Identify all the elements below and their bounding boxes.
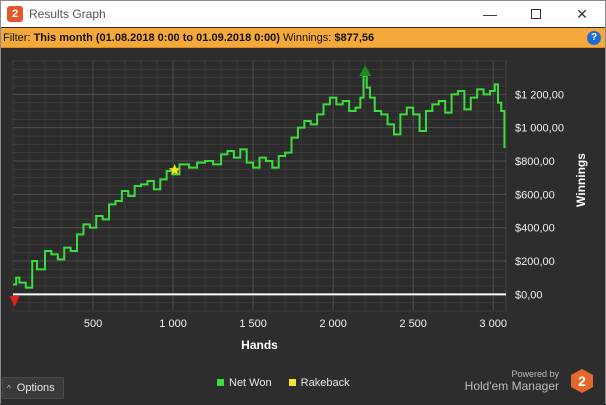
y-tick-label: $1 200,00 (515, 89, 564, 101)
window-title: Results Graph (29, 7, 106, 21)
y-tick-label: $400,00 (515, 223, 555, 235)
legend-item-rakeback: Rakeback (288, 377, 350, 389)
winnings-label: Winnings: (283, 32, 332, 44)
x-tick-label: 1 000 (159, 318, 187, 330)
minimize-button[interactable]: — (467, 1, 513, 27)
chevron-up-icon: ^ (7, 384, 11, 393)
holdem-manager-logo-icon: 2 (571, 369, 593, 393)
legend-label-net-won: Net Won (229, 377, 272, 389)
maximize-button[interactable] (513, 1, 559, 27)
results-chart: $0,00 $200,00 $400,00 $600,00 $800,00 $1 000,… (9, 60, 588, 352)
app-logo-icon: 2 (7, 6, 23, 22)
results-graph-window: 2 Results Graph — ✕ Filter: This month (… (0, 0, 606, 405)
close-button[interactable]: ✕ (559, 1, 605, 27)
x-tick-label: 1 500 (239, 318, 267, 330)
x-tick-label: 500 (84, 318, 102, 330)
y-tick-label: $1 000,00 (515, 123, 564, 135)
y-tick-label: $200,00 (515, 256, 555, 268)
status-bar: ^ Options Net Won Rakeback Powered by Hol… (1, 369, 605, 405)
x-tick-label: 2 000 (319, 318, 347, 330)
x-axis-title: Hands (241, 338, 278, 352)
help-icon[interactable]: ? (587, 31, 601, 45)
winnings-value: $877,56 (334, 32, 375, 44)
legend-item-net-won: Net Won (217, 377, 272, 389)
y-tick-label: $800,00 (515, 156, 555, 168)
options-button[interactable]: ^ Options (2, 377, 64, 399)
maximize-icon (531, 9, 541, 20)
y-tick-label: $600,00 (515, 189, 555, 201)
brand-name: Hold'em Manager (464, 379, 559, 393)
y-axis-title: Winnings (574, 153, 588, 207)
title-bar[interactable]: 2 Results Graph — ✕ (1, 1, 605, 27)
x-tick-label: 3 000 (479, 318, 507, 330)
x-tick-label: 2 500 (399, 318, 427, 330)
filter-bar: Filter: This month (01.08.2018 0:00 to 0… (1, 28, 605, 48)
legend-swatch-rakeback (288, 378, 296, 386)
y-tick-label: $0,00 (515, 289, 543, 301)
filter-prefix: Filter: (3, 32, 31, 44)
powered-by-text: Powered by (511, 369, 559, 379)
legend-label-rakeback: Rakeback (300, 377, 350, 389)
options-label: Options (16, 382, 55, 394)
brand-block: Powered by Hold'em Manager 2 (464, 369, 593, 393)
filter-range: This month (01.08.2018 0:00 to 01.09.201… (33, 32, 280, 44)
legend-swatch-net-won (217, 378, 224, 386)
chart-legend: Net Won Rakeback (217, 377, 364, 389)
